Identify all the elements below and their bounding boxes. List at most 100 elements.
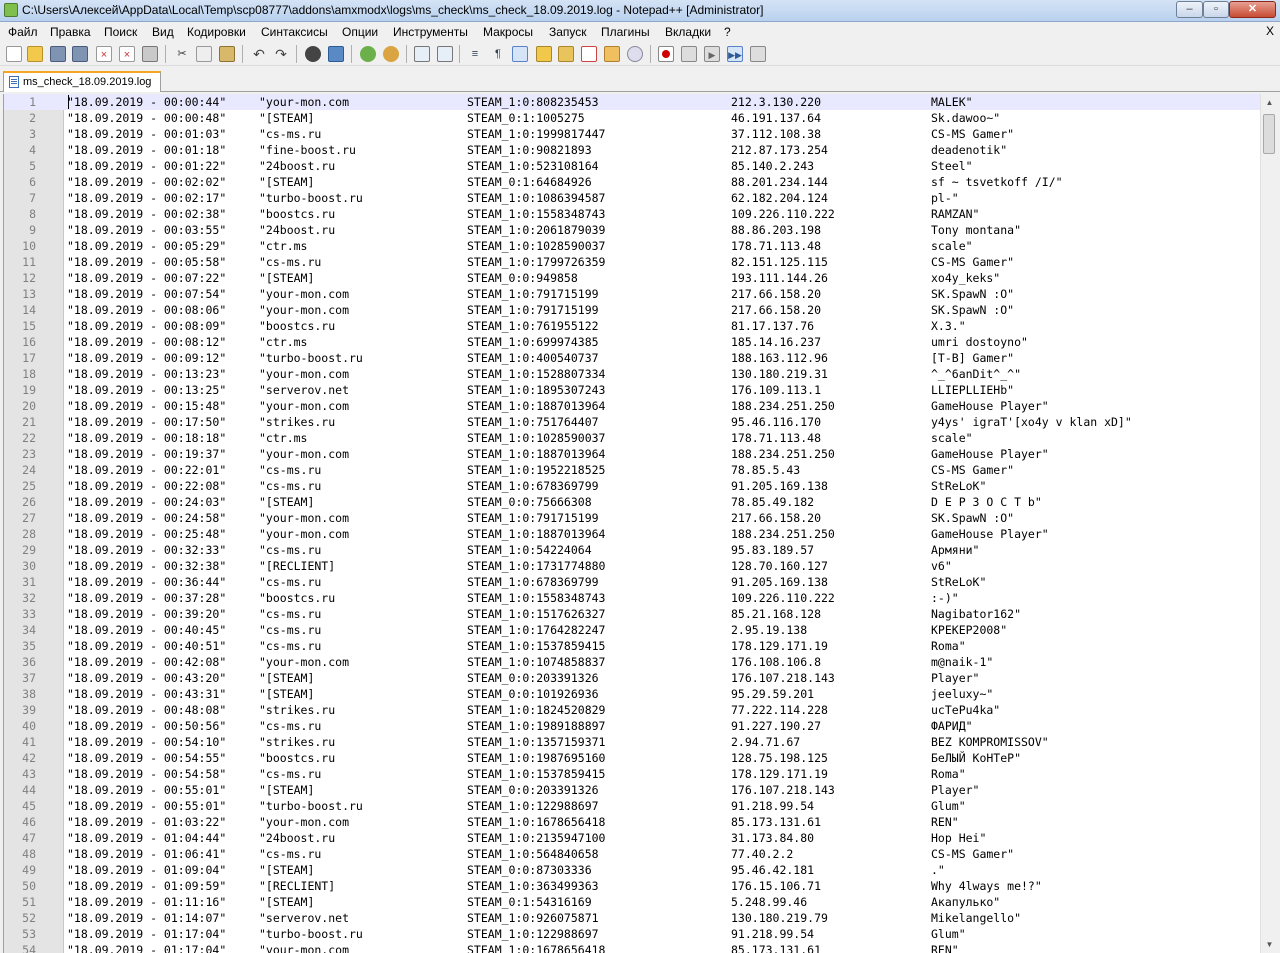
editor-line[interactable]: 50 "18.09.2019 - 01:09:59" "[RECLIENT] STEA…	[4, 878, 1260, 894]
editor-line[interactable]: 41 "18.09.2019 - 00:54:10" "strikes.ru STEA…	[4, 734, 1260, 750]
sync-horizontal-icon[interactable]	[437, 46, 453, 62]
replace-icon[interactable]	[328, 46, 344, 62]
menu-tabs[interactable]: Вкладки	[665, 25, 711, 39]
editor-line[interactable]: 7 "18.09.2019 - 00:02:17" "turbo-boost.ru S…	[4, 190, 1260, 206]
editor-line[interactable]: 8 "18.09.2019 - 00:02:38" "boostcs.ru STEAM…	[4, 206, 1260, 222]
tab-ms-check-log[interactable]: ms_check_18.09.2019.log	[3, 71, 161, 92]
doc-map-icon[interactable]	[536, 46, 552, 62]
sync-vertical-icon[interactable]	[414, 46, 430, 62]
editor-line[interactable]: 26 "18.09.2019 - 00:24:03" "[STEAM] STEAM_0…	[4, 494, 1260, 510]
editor-line[interactable]: 12 "18.09.2019 - 00:07:22" "[STEAM] STEAM_0…	[4, 270, 1260, 286]
menu-encoding[interactable]: Кодировки	[187, 25, 246, 39]
editor-line[interactable]: 22 "18.09.2019 - 00:18:18" "ctr.ms STEAM_1:…	[4, 430, 1260, 446]
editor-line[interactable]: 19 "18.09.2019 - 00:13:25" "serverov.net ST…	[4, 382, 1260, 398]
cut-icon[interactable]: ✂	[174, 46, 190, 62]
editor-line[interactable]: 48 "18.09.2019 - 01:06:41" "cs-ms.ru STEAM_…	[4, 846, 1260, 862]
paste-icon[interactable]	[219, 46, 235, 62]
editor-line[interactable]: 33 "18.09.2019 - 00:39:20" "cs-ms.ru STEAM_…	[4, 606, 1260, 622]
new-file-icon[interactable]	[6, 46, 22, 62]
indent-guide-icon[interactable]	[512, 46, 528, 62]
menu-macros[interactable]: Макросы	[483, 25, 533, 39]
editor-line[interactable]: 21 "18.09.2019 - 00:17:50" "strikes.ru STEA…	[4, 414, 1260, 430]
editor-line[interactable]: 23 "18.09.2019 - 00:19:37" "your-mon.com ST…	[4, 446, 1260, 462]
print-icon[interactable]	[142, 46, 158, 62]
editor-line[interactable]: 52 "18.09.2019 - 01:14:07" "serverov.net ST…	[4, 910, 1260, 926]
editor-line[interactable]: 37 "18.09.2019 - 00:43:20" "[STEAM] STEAM_0…	[4, 670, 1260, 686]
menu-plugins[interactable]: Плагины	[601, 25, 650, 39]
editor-line[interactable]: 1 "18.09.2019 - 00:00:44" "your-mon.com STE…	[4, 94, 1260, 110]
menu-file[interactable]: Файл	[8, 25, 38, 39]
editor-line[interactable]: 9 "18.09.2019 - 00:03:55" "24boost.ru STEAM…	[4, 222, 1260, 238]
editor-line[interactable]: 24 "18.09.2019 - 00:22:01" "cs-ms.ru STEAM_…	[4, 462, 1260, 478]
close-document-button[interactable]: X	[1266, 24, 1274, 38]
editor-line[interactable]: 10 "18.09.2019 - 00:05:29" "ctr.ms STEAM_1:…	[4, 238, 1260, 254]
editor-line[interactable]: 39 "18.09.2019 - 00:48:08" "strikes.ru STEA…	[4, 702, 1260, 718]
scrollbar-thumb[interactable]	[1263, 114, 1275, 154]
editor-line[interactable]: 14 "18.09.2019 - 00:08:06" "your-mon.com ST…	[4, 302, 1260, 318]
function-list-icon[interactable]	[558, 46, 574, 62]
editor-line[interactable]: 16 "18.09.2019 - 00:08:12" "ctr.ms STEAM_1:…	[4, 334, 1260, 350]
editor-line[interactable]: 32 "18.09.2019 - 00:37:28" "boostcs.ru STEA…	[4, 590, 1260, 606]
scroll-down-arrow-icon[interactable]: ▼	[1261, 936, 1278, 953]
open-file-icon[interactable]	[27, 46, 43, 62]
editor-line[interactable]: 27 "18.09.2019 - 00:24:58" "your-mon.com ST…	[4, 510, 1260, 526]
editor-line[interactable]: 53 "18.09.2019 - 01:17:04" "turbo-boost.ru…	[4, 926, 1260, 942]
editor-line[interactable]: 29 "18.09.2019 - 00:32:33" "cs-ms.ru STEAM_…	[4, 542, 1260, 558]
editor-line[interactable]: 31 "18.09.2019 - 00:36:44" "cs-ms.ru STEAM_…	[4, 574, 1260, 590]
editor-line[interactable]: 17 "18.09.2019 - 00:09:12" "turbo-boost.ru…	[4, 350, 1260, 366]
editor-line[interactable]: 54 "18.09.2019 - 01:17:04" "your-mon.com ST…	[4, 942, 1260, 953]
editor-line[interactable]: 45 "18.09.2019 - 00:55:01" "turbo-boost.ru…	[4, 798, 1260, 814]
editor-line[interactable]: 47 "18.09.2019 - 01:04:44" "24boost.ru STEA…	[4, 830, 1260, 846]
zoom-in-icon[interactable]	[360, 46, 376, 62]
close-icon[interactable]: ×	[96, 46, 112, 62]
menu-view[interactable]: Вид	[152, 25, 174, 39]
word-wrap-icon[interactable]: ≡	[467, 46, 483, 62]
editor-line[interactable]: 42 "18.09.2019 - 00:54:55" "boostcs.ru STEA…	[4, 750, 1260, 766]
save-all-icon[interactable]	[72, 46, 88, 62]
save-icon[interactable]	[50, 46, 66, 62]
record-macro-icon[interactable]	[658, 46, 674, 62]
close-button[interactable]: ✕	[1229, 1, 1276, 18]
editor-line[interactable]: 44 "18.09.2019 - 00:55:01" "[STEAM] STEAM_0…	[4, 782, 1260, 798]
editor-line[interactable]: 49 "18.09.2019 - 01:09:04" "[STEAM] STEAM_0…	[4, 862, 1260, 878]
play-macro-icon[interactable]: ▶	[704, 46, 720, 62]
menu-options[interactable]: Опции	[342, 25, 378, 39]
show-all-chars-icon[interactable]: ¶	[490, 46, 506, 62]
eye-icon[interactable]	[627, 46, 643, 62]
menu-run[interactable]: Запуск	[549, 25, 587, 39]
editor-line[interactable]: 35 "18.09.2019 - 00:40:51" "cs-ms.ru STEAM_…	[4, 638, 1260, 654]
maximize-button[interactable]: ▫	[1203, 1, 1229, 18]
redo-icon[interactable]: ↷	[273, 46, 289, 62]
editor-line[interactable]: 36 "18.09.2019 - 00:42:08" "your-mon.com ST…	[4, 654, 1260, 670]
vertical-scrollbar[interactable]: ▲ ▼	[1260, 94, 1277, 953]
editor-line[interactable]: 28 "18.09.2019 - 00:25:48" "your-mon.com ST…	[4, 526, 1260, 542]
close-all-icon[interactable]: ×	[119, 46, 135, 62]
editor-line[interactable]: 6 "18.09.2019 - 00:02:02" "[STEAM] STEAM_0:…	[4, 174, 1260, 190]
menu-edit[interactable]: Правка	[50, 25, 91, 39]
copy-icon[interactable]	[196, 46, 212, 62]
editor-line[interactable]: 30 "18.09.2019 - 00:32:38" "[RECLIENT] STEA…	[4, 558, 1260, 574]
find-icon[interactable]	[305, 46, 321, 62]
minimize-button[interactable]: –	[1176, 1, 1203, 18]
menu-tools[interactable]: Инструменты	[393, 25, 468, 39]
stop-macro-icon[interactable]	[681, 46, 697, 62]
menu-search[interactable]: Поиск	[104, 25, 137, 39]
editor-line[interactable]: 20 "18.09.2019 - 00:15:48" "your-mon.com ST…	[4, 398, 1260, 414]
undo-icon[interactable]: ↶	[251, 46, 267, 62]
editor-line[interactable]: 25 "18.09.2019 - 00:22:08" "cs-ms.ru STEAM_…	[4, 478, 1260, 494]
editor-line[interactable]: 18 "18.09.2019 - 00:13:23" "your-mon.com ST…	[4, 366, 1260, 382]
menu-syntax[interactable]: Синтаксисы	[261, 25, 328, 39]
scroll-up-arrow-icon[interactable]: ▲	[1261, 94, 1278, 111]
editor-line[interactable]: 2 "18.09.2019 - 00:00:48" "[STEAM] STEAM_0:…	[4, 110, 1260, 126]
editor-line[interactable]: 5 "18.09.2019 - 00:01:22" "24boost.ru STEAM…	[4, 158, 1260, 174]
menu-help[interactable]: ?	[724, 25, 731, 39]
editor-line[interactable]: 34 "18.09.2019 - 00:40:45" "cs-ms.ru STEAM_…	[4, 622, 1260, 638]
zoom-out-icon[interactable]	[383, 46, 399, 62]
editor-line[interactable]: 4 "18.09.2019 - 00:01:18" "fine-boost.ru ST…	[4, 142, 1260, 158]
editor-line[interactable]: 51 "18.09.2019 - 01:11:16" "[STEAM] STEAM_0…	[4, 894, 1260, 910]
editor-line[interactable]: 40 "18.09.2019 - 00:50:56" "cs-ms.ru STEAM_…	[4, 718, 1260, 734]
editor-area[interactable]: 1 "18.09.2019 - 00:00:44" "your-mon.com STE…	[3, 94, 1260, 953]
editor-line[interactable]: 11 "18.09.2019 - 00:05:58" "cs-ms.ru STEAM_…	[4, 254, 1260, 270]
editor-line[interactable]: 43 "18.09.2019 - 00:54:58" "cs-ms.ru STEAM_…	[4, 766, 1260, 782]
editor-line[interactable]: 15 "18.09.2019 - 00:08:09" "boostcs.ru STEA…	[4, 318, 1260, 334]
